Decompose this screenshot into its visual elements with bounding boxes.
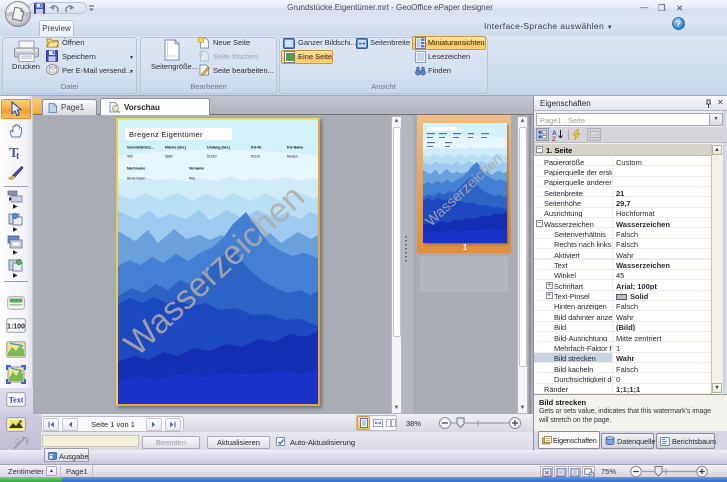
svg-text:Text: Text [9,396,24,405]
svg-text:1:100: 1:100 [7,324,25,331]
svg-text:?: ? [676,18,681,28]
svg-text:Z: Z [552,136,556,141]
svg-text:Wasserzeichen: Wasserzeichen [118,178,312,363]
svg-text:t: t [16,151,20,161]
svg-text:Wasserzeichen: Wasserzeichen [423,151,506,230]
